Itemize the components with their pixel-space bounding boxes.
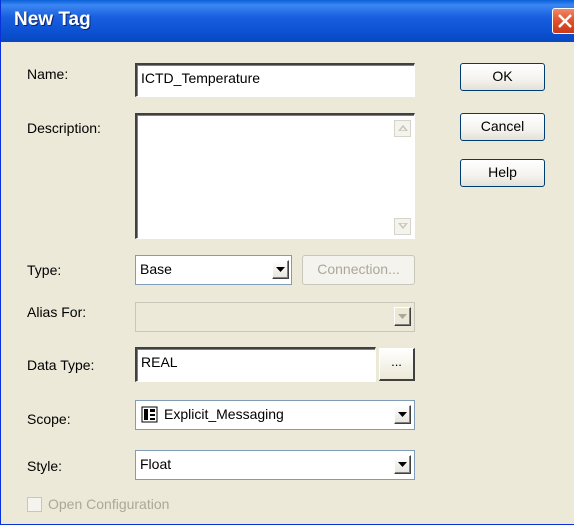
alias-dropdown-button[interactable] <box>394 307 411 326</box>
alias-for-select[interactable] <box>135 302 415 332</box>
type-dropdown-button[interactable] <box>272 260 289 279</box>
open-configuration-label: Open Configuration <box>48 496 170 512</box>
title-bar[interactable]: New Tag <box>1 0 574 42</box>
close-button[interactable] <box>552 8 574 34</box>
program-icon <box>141 406 158 423</box>
new-tag-dialog: New Tag Name: ICTD_Temperature Descripti… <box>0 0 574 525</box>
alias-for-label: Alias For: <box>27 304 87 320</box>
description-scroll-up[interactable] <box>394 120 411 137</box>
open-configuration-checkbox[interactable] <box>27 497 42 512</box>
type-select[interactable]: Base <box>135 255 292 285</box>
name-label: Name: <box>27 66 69 82</box>
chevron-down-icon <box>398 462 407 467</box>
close-icon <box>558 14 572 28</box>
scope-select[interactable]: Explicit_Messaging <box>135 400 415 430</box>
ok-button[interactable]: OK <box>460 63 545 91</box>
data-type-browse-button[interactable]: ... <box>379 348 415 381</box>
style-label: Style: <box>27 458 63 474</box>
style-dropdown-button[interactable] <box>394 455 411 474</box>
data-type-input[interactable]: REAL <box>135 347 376 382</box>
scroll-up-icon <box>398 125 408 131</box>
scope-dropdown-button[interactable] <box>394 405 411 424</box>
style-select[interactable]: Float <box>135 450 415 480</box>
chevron-down-icon <box>276 267 285 272</box>
type-label: Type: <box>27 262 62 278</box>
description-label: Description: <box>27 120 101 136</box>
chevron-down-icon <box>398 412 407 417</box>
scroll-down-icon <box>398 223 408 229</box>
description-scroll-down[interactable] <box>394 218 411 235</box>
scope-label: Scope: <box>27 411 71 427</box>
description-textarea[interactable] <box>135 113 415 239</box>
cancel-button[interactable]: Cancel <box>460 113 545 141</box>
name-input[interactable]: ICTD_Temperature <box>135 63 415 97</box>
help-button[interactable]: Help <box>460 159 545 187</box>
connection-button[interactable]: Connection... <box>302 255 415 285</box>
data-type-label: Data Type: <box>27 357 95 373</box>
dialog-title: New Tag <box>14 9 91 30</box>
chevron-down-icon <box>398 314 407 319</box>
